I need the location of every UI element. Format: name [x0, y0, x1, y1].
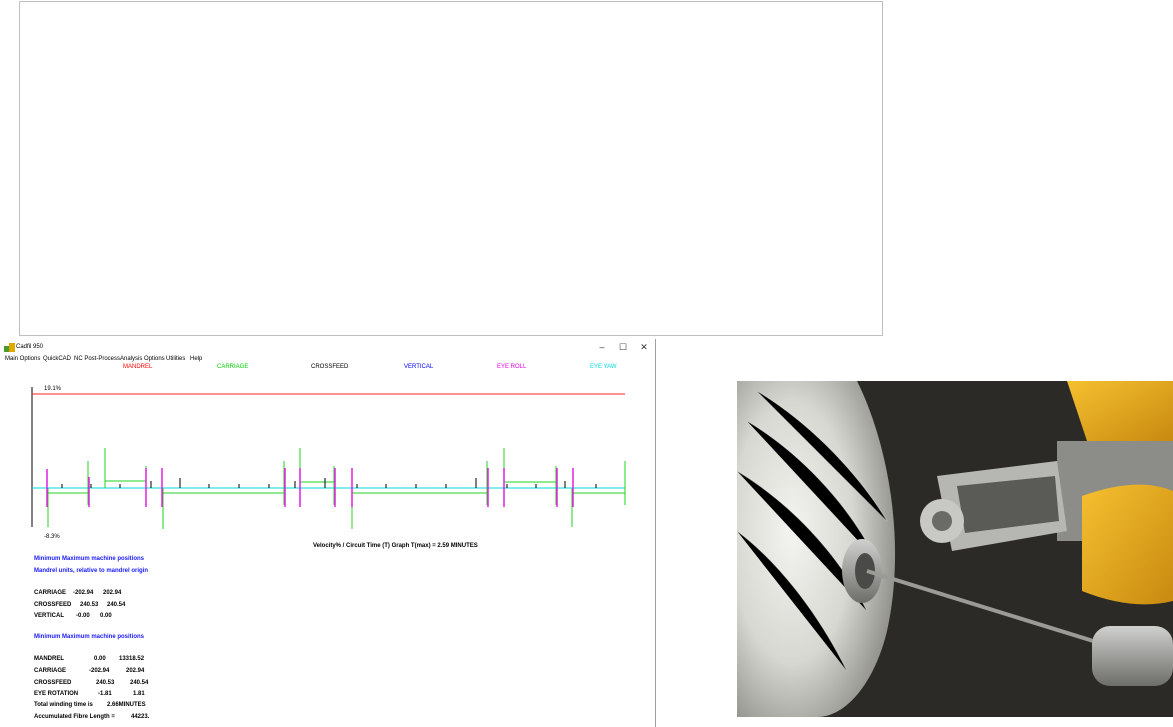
menu-quickcad[interactable]: QuickCAD	[43, 356, 71, 362]
fibre-length-label: Accumulated Fibre Length =	[34, 714, 115, 720]
menu-main-options[interactable]: Main Options	[5, 356, 40, 362]
crossfeed-ticks	[61, 478, 597, 488]
legend-vertical: VERTICAL	[404, 364, 434, 370]
close-button[interactable]: ✕	[638, 341, 650, 353]
winding-time-label: Total winding time is	[34, 702, 93, 708]
window-title: Cadfil 950	[16, 344, 44, 350]
menu-utilities[interactable]: Utilities	[166, 356, 185, 362]
positions-heading: Minimum Maximum machine positions	[34, 556, 145, 562]
row-max: 240.54	[107, 602, 126, 608]
graph-max-label: 19.1%	[44, 386, 62, 392]
row-max: 240.54	[130, 680, 149, 686]
positions-heading-2: Minimum Maximum machine positions	[34, 634, 145, 640]
legend-eye-yaw: EYE YAW	[590, 364, 617, 370]
row-max: 13318.52	[119, 656, 145, 662]
row-min: -0.00	[76, 613, 90, 619]
row-max: 202.94	[126, 668, 145, 674]
velocity-graph	[31, 387, 626, 529]
row-min: 240.53	[96, 680, 115, 686]
graph-caption: Velocity% / Circuit Time (T) Graph T(max…	[313, 543, 478, 549]
row-name: CROSSFEED	[34, 680, 72, 686]
units-heading: Mandrel units, relative to mandrel origi…	[34, 568, 149, 574]
maximize-button[interactable]: ☐	[617, 341, 629, 353]
row-name: CARRIAGE	[34, 668, 67, 674]
filament-winding-photo	[737, 381, 1173, 717]
row-name: CARRIAGE	[34, 590, 67, 596]
minimize-button[interactable]: –	[596, 341, 608, 353]
blank-panel	[19, 1, 883, 336]
cadfil-window: Cadfil 950 – ☐ ✕ Main Options QuickCAD N…	[0, 339, 656, 727]
row-max: 202.94	[103, 590, 122, 596]
row-name: VERTICAL	[34, 613, 64, 619]
row-min: -202.94	[73, 590, 94, 596]
row-name: EYE ROTATION	[34, 691, 79, 697]
row-min: 0.00	[94, 656, 106, 662]
fibre-length-value: 44223.	[131, 714, 150, 720]
row-min: -202.94	[89, 668, 110, 674]
row-name: MANDREL	[34, 656, 64, 662]
legend-crossfeed: CROSSFEED	[311, 364, 349, 370]
legend-eye-roll: EYE ROLL	[497, 364, 527, 370]
legend-mandrel: MANDREL	[123, 364, 153, 370]
row-name: CROSSFEED	[34, 602, 72, 608]
graph-min-label: -8.3%	[44, 534, 60, 540]
menu-nc-post-process[interactable]: NC Post-Process	[74, 356, 120, 362]
menu-analysis-options[interactable]: Analysis Options	[120, 356, 165, 362]
menu-help[interactable]: Help	[190, 356, 202, 362]
app-icon	[4, 343, 15, 352]
row-min: -1.81	[98, 691, 112, 697]
title-bar: Cadfil 950 – ☐ ✕	[0, 339, 655, 355]
row-max: 1.81	[133, 691, 145, 697]
row-max: 0.00	[100, 613, 112, 619]
row-min: 240.53	[80, 602, 99, 608]
winding-time-value: 2.66MINUTES	[107, 702, 146, 708]
legend-carriage: CARRIAGE	[217, 364, 249, 370]
